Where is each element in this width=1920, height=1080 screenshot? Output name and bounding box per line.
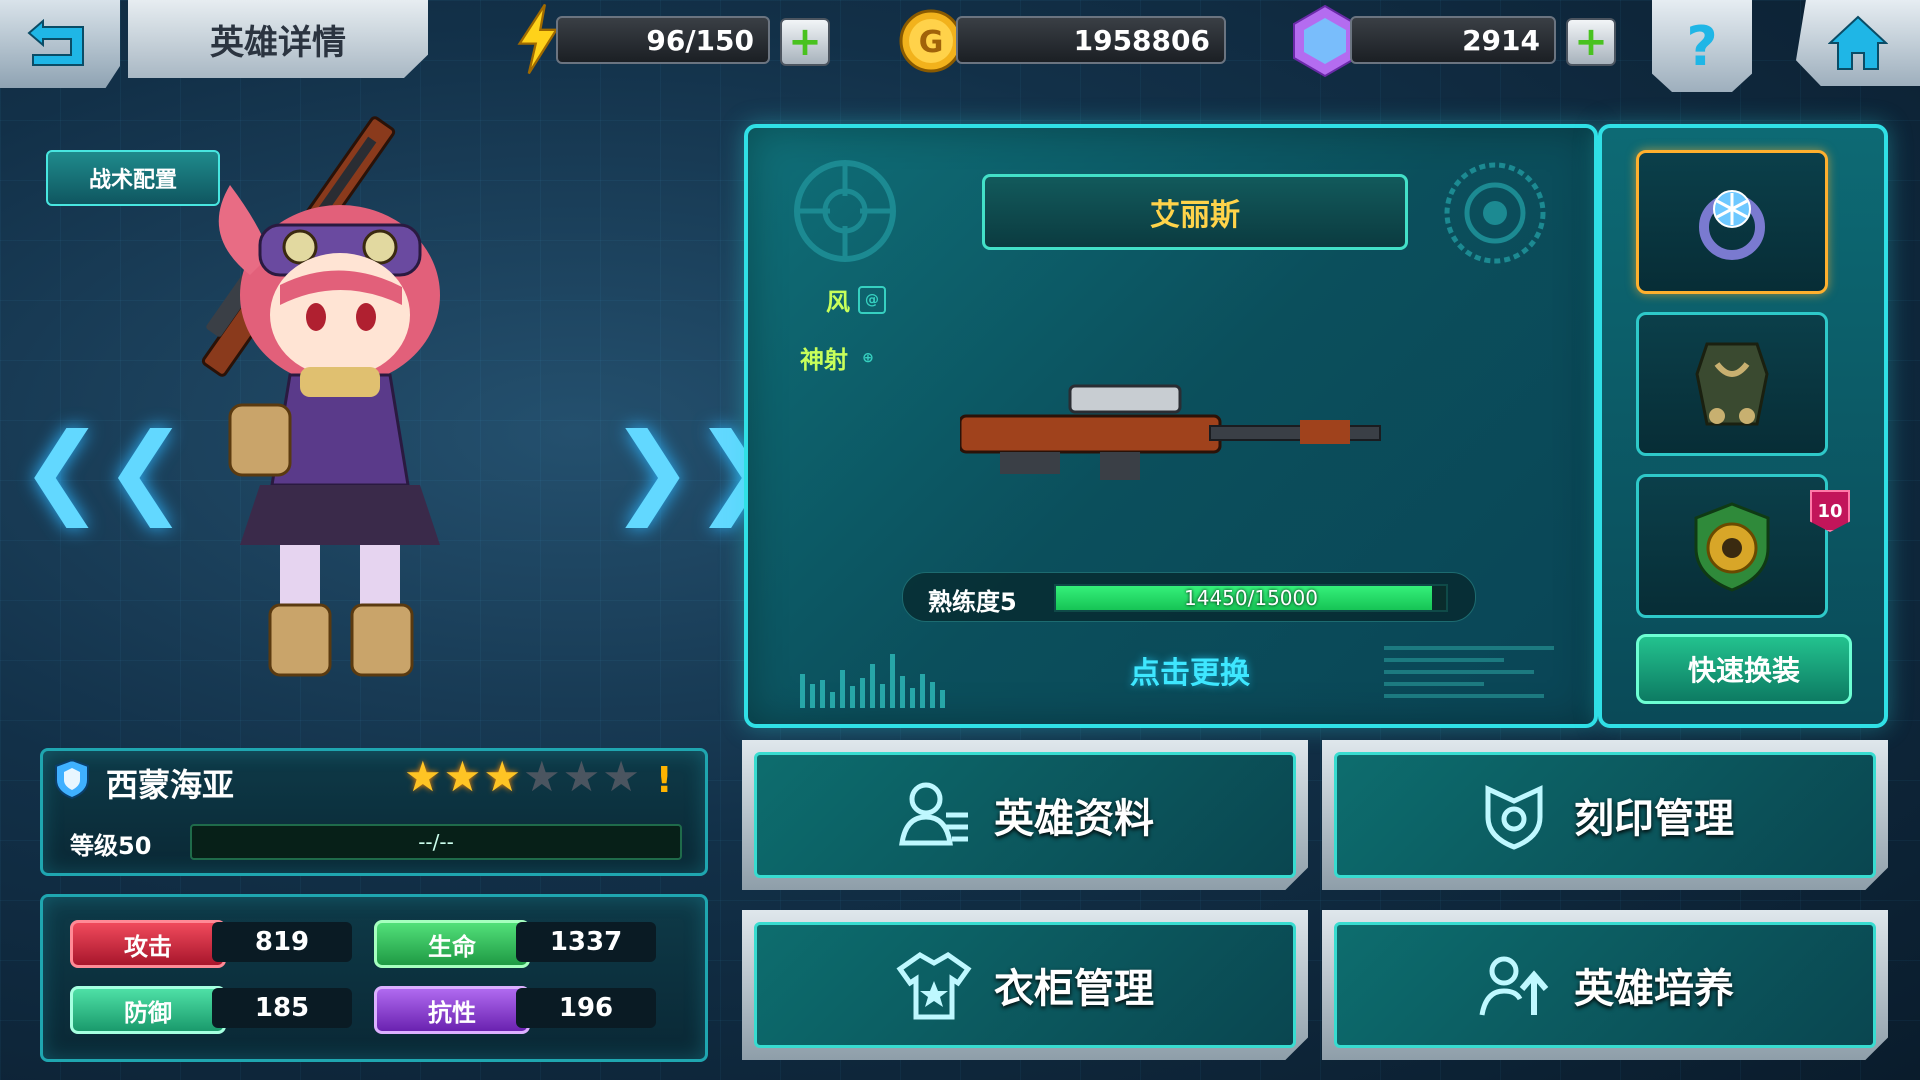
star-icon: ★: [443, 752, 482, 801]
trait-tag: 神射 ⊕: [800, 340, 880, 375]
radar-icon: [1444, 162, 1546, 264]
hero-training-button[interactable]: 英雄培养: [1322, 910, 1888, 1060]
imprint-manage-label: 刻印管理: [1574, 796, 1734, 842]
hero-info-button-face: 英雄资料: [754, 752, 1296, 878]
gold-coin-icon: G: [898, 8, 964, 74]
hp-label: 生命: [374, 920, 530, 968]
xp-text: --/--: [418, 830, 454, 854]
defense-value: 185: [212, 988, 352, 1028]
sniper-scope-icon: ⊕: [862, 349, 874, 366]
alert-icon[interactable]: !: [656, 760, 672, 801]
wind-icon: @: [858, 285, 886, 314]
element-label: 风: [826, 288, 850, 316]
top-bar: 英雄详情 96/150 + G 1958806 2914 + ?: [0, 0, 1920, 92]
attack-value: 819: [212, 922, 352, 962]
equip-slot-emblem[interactable]: [1636, 474, 1828, 618]
star-icon: ★: [483, 752, 521, 801]
proficiency-text: 14450/15000: [1184, 586, 1318, 610]
proficiency-label: 熟练度5: [928, 588, 1017, 616]
home-button[interactable]: [1796, 0, 1920, 86]
emblem-badge-icon: [1694, 502, 1770, 592]
crosshair-icon: [794, 160, 896, 262]
help-button[interactable]: ?: [1652, 0, 1752, 92]
imprint-manage-button-face: 刻印管理: [1334, 752, 1876, 878]
home-icon: [1828, 15, 1888, 70]
lines-decoration: [1384, 646, 1554, 698]
xp-bar: --/--: [190, 824, 682, 860]
add-energy-button[interactable]: +: [780, 18, 830, 66]
star-icon: ★: [562, 752, 601, 801]
hero-character-image: [201, 116, 440, 677]
hero-info-button[interactable]: 英雄资料: [742, 740, 1308, 890]
user-profile-icon: [899, 782, 968, 846]
equalizer-decoration: [800, 654, 945, 708]
tshirt-icon: [896, 952, 972, 1020]
hero-info-label: 英雄资料: [994, 796, 1154, 842]
gold-counter: 1958806: [956, 16, 1226, 64]
back-arrow-icon: [27, 19, 84, 66]
svg-text:G: G: [919, 25, 944, 60]
plus-icon: +: [788, 19, 822, 65]
wardrobe-manage-button[interactable]: 衣柜管理: [742, 910, 1308, 1060]
quick-equip-button[interactable]: 快速换装: [1636, 634, 1852, 704]
trait-label: 神射: [800, 346, 848, 374]
gem-counter: 2914: [1350, 16, 1556, 64]
hero-training-button-face: 英雄培养: [1334, 922, 1876, 1048]
hero-training-label: 英雄培养: [1574, 966, 1734, 1012]
attack-label: 攻击: [70, 920, 226, 968]
star-icon: ★: [602, 752, 640, 801]
energy-counter: 96/150: [556, 16, 770, 64]
imprint-crest-icon: [1485, 785, 1543, 850]
hero-name: 西蒙海亚: [106, 766, 235, 804]
level-up-user-icon: [1479, 956, 1549, 1016]
plus-icon: +: [1574, 19, 1608, 65]
resist-label: 抗性: [374, 986, 530, 1034]
hp-value: 1337: [516, 922, 656, 962]
star-icon: ★: [522, 752, 561, 801]
page-title: 英雄详情: [128, 0, 428, 78]
armor-vest-icon: [1695, 342, 1769, 426]
weapon-name: 艾丽斯: [982, 174, 1408, 250]
proficiency-bar: 14450/15000: [1054, 584, 1448, 612]
snowflake-ring-icon: [1699, 190, 1765, 260]
imprint-manage-button[interactable]: 刻印管理: [1322, 740, 1888, 890]
change-weapon-button[interactable]: 点击更换: [1100, 648, 1280, 692]
star-rating: ★ ★ ★ ★ ★ ★: [404, 756, 640, 798]
element-tag: 风 @: [826, 282, 886, 317]
back-button[interactable]: [0, 0, 120, 88]
wardrobe-manage-label: 衣柜管理: [994, 966, 1154, 1012]
add-gems-button[interactable]: +: [1566, 18, 1616, 66]
equip-slot-armor[interactable]: [1636, 312, 1828, 456]
star-icon: ★: [404, 752, 442, 801]
wardrobe-manage-button-face: 衣柜管理: [754, 922, 1296, 1048]
equip-slot-ring[interactable]: [1636, 150, 1828, 294]
help-icon: ?: [1686, 14, 1718, 78]
class-shield-icon: [55, 758, 89, 800]
hero-level: 等级50: [70, 832, 152, 860]
sniper-rifle-image: [960, 384, 1381, 480]
defense-label: 防御: [70, 986, 226, 1034]
resist-value: 196: [516, 988, 656, 1028]
